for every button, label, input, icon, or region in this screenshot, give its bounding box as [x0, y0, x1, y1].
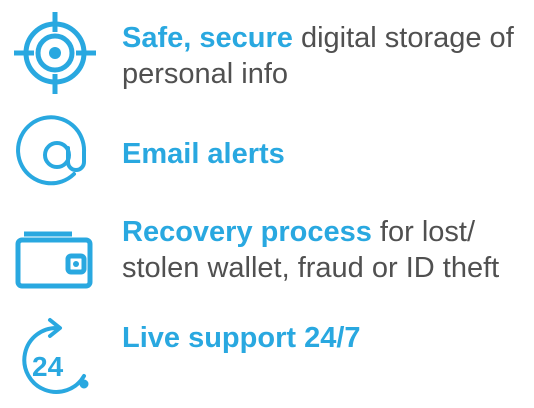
feature-text-storage: Safe, secure digital storage of personal…: [122, 20, 532, 92]
feature-text-support: Live support 24/7: [122, 320, 532, 356]
wallet-icon: [0, 210, 110, 300]
target-icon: [0, 8, 110, 98]
svg-text:24: 24: [32, 351, 64, 382]
feature-highlight: Live support 24/7: [122, 322, 361, 354]
feature-text-recovery: Recovery process for lost/ stolen wallet…: [122, 214, 532, 286]
feature-highlight: Email alerts: [122, 138, 285, 170]
feature-list: Safe, secure digital storage of personal…: [0, 0, 534, 405]
clock-24-icon: 24: [0, 318, 110, 408]
feature-highlight: Recovery process: [122, 216, 372, 248]
feature-highlight: Safe, secure: [122, 22, 293, 54]
at-sign-icon: [0, 112, 110, 202]
feature-text-email: Email alerts: [122, 136, 532, 172]
